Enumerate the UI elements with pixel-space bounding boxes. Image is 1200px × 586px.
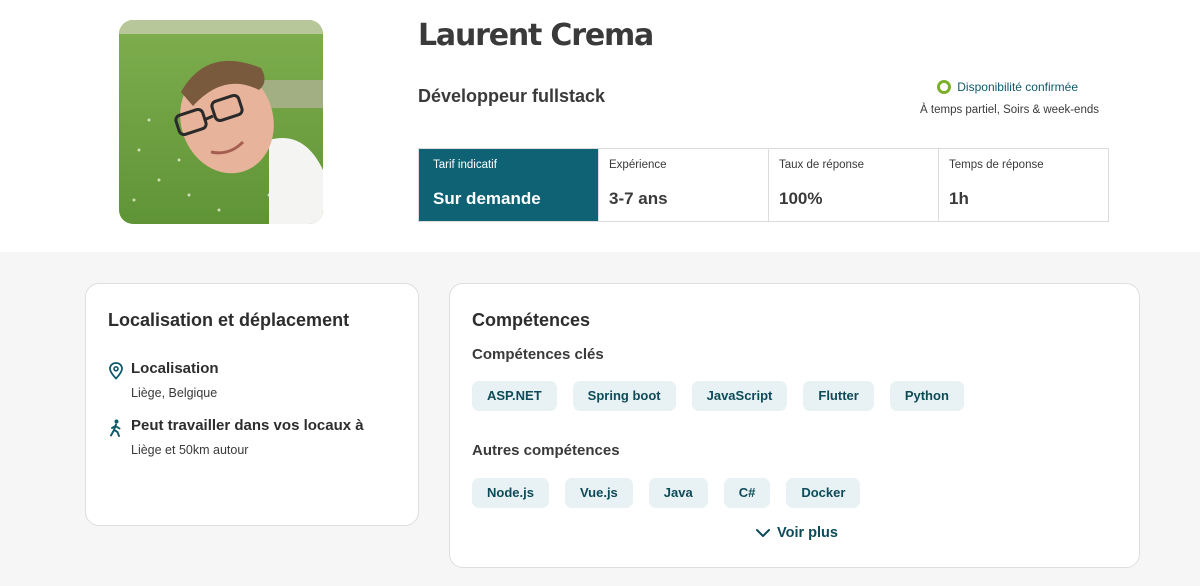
stat-response-time: Temps de réponse 1h [939,149,1108,221]
stat-label: Temps de réponse [949,159,1044,171]
stat-value: 3-7 ans [609,189,668,208]
profile-photo [119,20,323,224]
availability-label: Disponibilité confirmée [957,80,1078,94]
other-skills-list: Node.js Vue.js Java C# Docker [472,478,861,508]
location-label: Localisation [131,360,219,377]
skill-chip[interactable]: Spring boot [572,381,676,411]
skill-chip[interactable]: C# [723,478,771,508]
header-background-left [0,0,30,252]
skills-card-title: Compétences [472,310,591,330]
stat-value: Sur demande [433,189,541,208]
location-card-title: Localisation et déplacement [108,310,350,330]
skill-chip[interactable]: Python [889,381,964,411]
location-value: Liège, Belgique [131,386,218,400]
header-background-right [1170,0,1200,252]
key-skills-label: Compétences clés [472,346,604,363]
skill-chip[interactable]: Flutter [803,381,874,411]
see-more-label: Voir plus [777,525,838,541]
chevron-down-icon [756,529,770,537]
availability-detail: À temps partiel, Soirs & week-ends [920,104,1099,116]
other-skills-label: Autres compétences [472,442,620,459]
availability-dot-icon [937,80,952,94]
profile-name: Laurent Crema [418,18,654,53]
stat-rate: Tarif indicatif Sur demande [419,149,599,221]
stat-experience: Expérience 3-7 ans [599,149,769,221]
stat-response-rate: Taux de réponse 100% [769,149,939,221]
walking-person-icon [110,419,121,437]
stat-value: 100% [779,189,823,208]
see-more-button[interactable]: Voir plus [755,525,838,541]
skill-chip[interactable]: ASP.NET [472,381,557,411]
stat-label: Taux de réponse [779,159,865,171]
stat-label: Tarif indicatif [433,159,497,171]
skill-chip[interactable]: Java [648,478,708,508]
skill-chip[interactable]: Node.js [472,478,549,508]
stats-bar: Tarif indicatif Sur demande Expérience 3… [418,148,1109,222]
onsite-value: Liège et 50km autour [131,443,249,457]
skill-chip[interactable]: JavaScript [691,381,788,411]
key-skills-list: ASP.NET Spring boot JavaScript Flutter P… [472,381,964,411]
skill-chip[interactable]: Vue.js [564,478,633,508]
onsite-label: Peut travailler dans vos locaux à [131,417,364,434]
skill-chip[interactable]: Docker [786,478,861,508]
skills-card: Compétences Compétences clés ASP.NET Spr… [449,283,1140,568]
profile-role: Développeur fullstack [418,86,606,106]
stat-value: 1h [949,189,969,208]
availability-status: Disponibilité confirmée [937,80,1078,94]
location-card: Localisation et déplacement Localisation… [85,283,419,526]
map-pin-icon [109,362,123,380]
stat-label: Expérience [609,159,667,171]
